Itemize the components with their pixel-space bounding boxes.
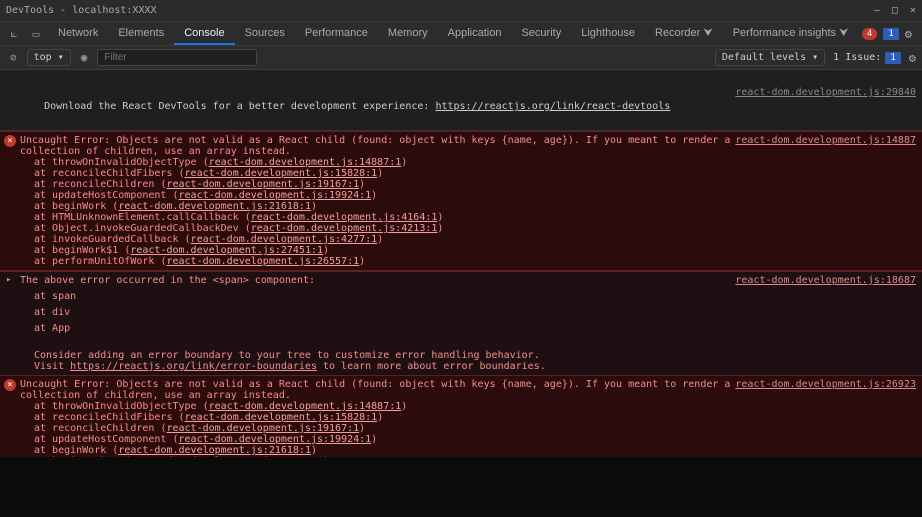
source-link[interactable]: react-dom.development.js:15828:1: [185, 168, 378, 179]
tab-network[interactable]: Network: [48, 23, 108, 43]
issues-count: 1: [885, 52, 900, 64]
error-boundary-link[interactable]: https://reactjs.org/link/error-boundarie…: [70, 361, 317, 372]
error-context-message: The above error occurred in the <span> c…: [20, 275, 315, 286]
source-link[interactable]: react-dom.development.js:27426:1: [130, 456, 323, 457]
clear-console-button[interactable]: ⊘: [6, 49, 21, 66]
source-link[interactable]: react-dom.development.js:26557:1: [166, 256, 359, 267]
log-link[interactable]: https://reactjs.org/link/react-devtools: [435, 101, 670, 112]
stack-frame: at beginWork$1 (react-dom.development.js…: [20, 245, 916, 256]
console-settings-icon[interactable]: ⚙: [909, 51, 916, 65]
tab-performance-insights-[interactable]: Performance insights ⮟: [723, 23, 859, 43]
stack-frame: at beginWork$1 (react-dom.development.js…: [20, 456, 916, 457]
stack-frame: at updateHostComponent (react-dom.develo…: [20, 190, 916, 201]
stack-frame: at reconcileChildFibers (react-dom.devel…: [20, 168, 916, 179]
source-link[interactable]: react-dom.development.js:14887: [735, 135, 916, 146]
tab-lighthouse[interactable]: Lighthouse: [571, 23, 645, 43]
filter-input[interactable]: [97, 49, 257, 66]
error-message: Uncaught Error: Objects are not valid as…: [20, 135, 730, 157]
source-link[interactable]: react-dom.development.js:26923: [735, 379, 916, 390]
source-link[interactable]: react-dom.development.js:18687: [735, 275, 916, 286]
tab-recorder-[interactable]: Recorder ⮟: [645, 23, 723, 43]
minimize-button[interactable]: —: [874, 5, 880, 16]
log-text: Download the React DevTools for a better…: [44, 101, 435, 112]
gear-icon[interactable]: ⚙: [905, 27, 912, 41]
tab-application[interactable]: Application: [438, 23, 512, 43]
issues-label: 1 Issue:: [833, 52, 881, 63]
source-link[interactable]: react-dom.development.js:21618:1: [118, 445, 311, 456]
window-title: DevTools - localhost:XXXX: [6, 5, 157, 16]
stack-frame: at updateHostComponent (react-dom.develo…: [20, 434, 916, 445]
live-expression-icon[interactable]: ◉: [77, 49, 92, 66]
source-link[interactable]: react-dom.development.js:14887:1: [209, 157, 402, 168]
source-link[interactable]: react-dom.development.js:19924:1: [179, 434, 372, 445]
log-levels-selector[interactable]: Default levels ▾: [715, 49, 825, 66]
stack-frame: at Object.invokeGuardedCallbackDev (reac…: [20, 223, 916, 234]
stack-frame: at throwOnInvalidObjectType (react-dom.d…: [20, 401, 916, 412]
stack-frame: at HTMLUnknownElement.callCallback (reac…: [20, 212, 916, 223]
console-input-area[interactable]: [0, 457, 922, 517]
console-error: react-dom.development.js:26923 Uncaught …: [0, 375, 922, 457]
devtools-tabbar: ⟀ ▭ NetworkElementsConsoleSourcesPerform…: [0, 22, 922, 46]
stack-frame: at reconcileChildren (react-dom.developm…: [20, 423, 916, 434]
stack-frame: at performUnitOfWork (react-dom.developm…: [20, 256, 916, 267]
component-stack-line: at span: [0, 289, 922, 305]
source-link[interactable]: react-dom.development.js:4213:1: [251, 223, 438, 234]
source-link[interactable]: react-dom.development.js:4164:1: [251, 212, 438, 223]
error-boundary-hint: Consider adding an error boundary to you…: [0, 337, 922, 375]
stack-frame: at invokeGuardedCallback (react-dom.deve…: [20, 234, 916, 245]
component-stack-line: at App: [0, 321, 922, 337]
component-stack-line: at div: [0, 305, 922, 321]
source-link[interactable]: react-dom.development.js:15828:1: [185, 412, 378, 423]
stack-frame: at beginWork (react-dom.development.js:2…: [20, 201, 916, 212]
stack-frame: at reconcileChildFibers (react-dom.devel…: [20, 412, 916, 423]
source-link[interactable]: react-dom.development.js:19167:1: [166, 179, 359, 190]
tab-sources[interactable]: Sources: [235, 23, 295, 43]
error-count-badge[interactable]: 4: [862, 28, 877, 40]
source-link[interactable]: react-dom.development.js:21618:1: [118, 201, 311, 212]
console-error-context: react-dom.development.js:18687 The above…: [0, 271, 922, 289]
source-link[interactable]: react-dom.development.js:29840: [725, 86, 916, 100]
stack-frame: at reconcileChildren (react-dom.developm…: [20, 179, 916, 190]
inspect-icon[interactable]: ⟀: [4, 26, 24, 41]
titlebar: DevTools - localhost:XXXX — □ ✕: [0, 0, 922, 22]
console-output: react-dom.development.js:29840 Download …: [0, 70, 922, 457]
tab-memory[interactable]: Memory: [378, 23, 438, 43]
source-link[interactable]: react-dom.development.js:27451:1: [130, 245, 323, 256]
source-link[interactable]: react-dom.development.js:19924:1: [179, 190, 372, 201]
tab-elements[interactable]: Elements: [108, 23, 174, 43]
error-message: Uncaught Error: Objects are not valid as…: [20, 379, 730, 401]
console-toolbar: ⊘ top ▾ ◉ Default levels ▾ 1 Issue: 1 ⚙: [0, 46, 922, 70]
source-link[interactable]: react-dom.development.js:14887:1: [209, 401, 402, 412]
console-log-info: react-dom.development.js:29840 Download …: [0, 70, 922, 131]
stack-frame: at beginWork (react-dom.development.js:2…: [20, 445, 916, 456]
info-count-badge[interactable]: 1: [883, 28, 898, 40]
stack-frame: at throwOnInvalidObjectType (react-dom.d…: [20, 157, 916, 168]
tab-security[interactable]: Security: [511, 23, 571, 43]
context-selector[interactable]: top ▾: [27, 49, 71, 66]
maximize-button[interactable]: □: [892, 5, 898, 16]
source-link[interactable]: react-dom.development.js:19167:1: [166, 423, 359, 434]
device-icon[interactable]: ▭: [26, 27, 46, 41]
tab-performance[interactable]: Performance: [295, 23, 378, 43]
tab-console[interactable]: Console: [174, 23, 234, 45]
close-button[interactable]: ✕: [910, 5, 916, 16]
issues-pill[interactable]: 1 Issue: 1: [833, 52, 901, 64]
source-link[interactable]: react-dom.development.js:4277:1: [191, 234, 378, 245]
console-error: react-dom.development.js:14887 Uncaught …: [0, 131, 922, 271]
